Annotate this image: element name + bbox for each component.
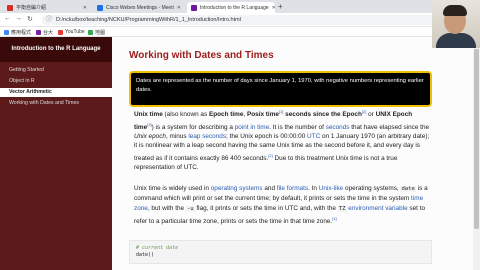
code-comment: # current date [136, 245, 179, 251]
wiki-link[interactable]: environment variable [348, 205, 407, 212]
text: flag, it prints or sets the time in UTC … [194, 204, 338, 212]
url-input[interactable]: ⓘ D:/ncku/box/teaching/NCKU/ProgrammingW… [42, 15, 442, 25]
text: and [262, 185, 277, 192]
close-tab-icon[interactable]: ✕ [174, 5, 181, 11]
paragraph-unix-time: Unix time (also known as Epoch time, Pos… [134, 107, 432, 173]
browser-tab-bar: 平衡自編介紹 ✕ Cisco Webex Meetings - Meeti ✕ … [0, 0, 480, 13]
tooltip-popup: Dates are represented as the number of d… [129, 71, 432, 107]
text: ) is a system for describing a [151, 123, 235, 131]
code-block: # current date date() [129, 240, 432, 264]
browser-tab[interactable]: 平衡自編介紹 ✕ [3, 2, 91, 13]
text: Unix time is widely used in [134, 185, 211, 192]
scrollbar-thumb[interactable] [474, 49, 479, 229]
presenter-body [436, 33, 476, 48]
tab-favicon-icon [7, 4, 13, 11]
maps-icon [88, 30, 93, 35]
bookmarks-bar: 應用程式 台大 YouTube 地圖 [0, 27, 480, 37]
scrollbar[interactable] [473, 37, 480, 270]
sidebar: Introduction to the R Language Getting S… [0, 37, 112, 270]
text: . It is the number of [269, 123, 326, 131]
term: Unix epoch [134, 133, 166, 141]
address-bar-row: ← → ↻ ⓘ D:/ncku/box/teaching/NCKU/Progra… [0, 13, 480, 27]
tab-label: Introduction to the R Language [200, 4, 269, 11]
reload-icon[interactable]: ↻ [27, 15, 33, 23]
wiki-link[interactable]: Unix-like [319, 185, 344, 192]
tab-favicon-icon [191, 4, 197, 11]
page-title: Working with Dates and Times [129, 50, 274, 61]
info-icon[interactable]: ⓘ [46, 15, 52, 25]
tab-label: 平衡自編介紹 [16, 5, 47, 11]
term: Posix time [246, 111, 279, 119]
bookmark-label: YouTube [65, 29, 85, 35]
text: that have elapsed since the [349, 123, 430, 131]
sidebar-item-vector-arithmetic[interactable]: Vector Arithmetic [0, 88, 112, 97]
bookmark-item[interactable]: 台大 [36, 29, 53, 36]
url-text: D:/ncku/box/teaching/NCKU/ProgrammingWit… [56, 17, 241, 23]
browser-tab-active[interactable]: Introduction to the R Language ✕ [187, 2, 275, 13]
bookmark-item[interactable]: 應用程式 [4, 29, 31, 36]
bookmark-item[interactable]: YouTube [58, 29, 85, 35]
bookmark-label: 台大 [43, 30, 54, 36]
text: or [366, 111, 376, 119]
tab-label: Cisco Webex Meetings - Meeti [106, 4, 174, 11]
wiki-link[interactable]: file formats [277, 185, 308, 192]
apps-icon [4, 30, 9, 35]
bookmark-label: 應用程式 [11, 30, 32, 36]
browser-tab[interactable]: Cisco Webex Meetings - Meeti ✕ [93, 2, 185, 13]
text: operating systems, [343, 185, 401, 192]
term: Epoch time [208, 111, 244, 119]
text: (also known as [162, 111, 209, 119]
text: , minus [165, 133, 189, 141]
code-line: date() [136, 252, 155, 258]
bookmark-item[interactable]: 地圖 [88, 29, 105, 36]
tab-favicon-icon [97, 4, 103, 11]
term: Unix time [134, 111, 163, 119]
paragraph-unix-usage: Unix time is widely used in operating sy… [134, 184, 432, 227]
text: . In [308, 185, 319, 192]
text: , but with the [147, 204, 186, 212]
youtube-icon [58, 29, 63, 35]
close-tab-icon[interactable]: ✕ [269, 5, 275, 11]
wiki-link[interactable]: leap seconds [188, 133, 226, 140]
sidebar-item-dates-and-times[interactable]: Working with Dates and Times [0, 99, 112, 108]
inline-code: date [400, 186, 416, 192]
new-tab-button[interactable]: + [278, 2, 283, 11]
wiki-link[interactable]: operating systems [211, 185, 263, 192]
close-tab-icon[interactable]: ✕ [80, 5, 87, 11]
wiki-link[interactable]: seconds [326, 124, 350, 131]
wiki-link[interactable]: UTC [307, 133, 320, 140]
presenter-hair [443, 5, 467, 16]
text: ; the Unix epoch is 00:00:00 [226, 133, 308, 141]
sidebar-item-object-in-r[interactable]: Object in R [0, 77, 112, 86]
back-icon[interactable]: ← [4, 15, 11, 22]
inline-code: TZ [337, 205, 347, 212]
sidebar-item-getting-started[interactable]: Getting Started [0, 66, 112, 75]
wiki-link[interactable]: point in time [235, 124, 269, 131]
sidebar-title: Introduction to the R Language [0, 37, 112, 62]
bookmark-label: 地圖 [95, 30, 106, 36]
webcam-overlay [432, 0, 480, 48]
term: seconds since the Epoch [285, 111, 362, 119]
bookmark-icon [36, 30, 41, 35]
inline-code: -u [185, 205, 195, 212]
forward-icon[interactable]: → [15, 15, 22, 22]
citation-link[interactable]: [4] [332, 216, 336, 221]
